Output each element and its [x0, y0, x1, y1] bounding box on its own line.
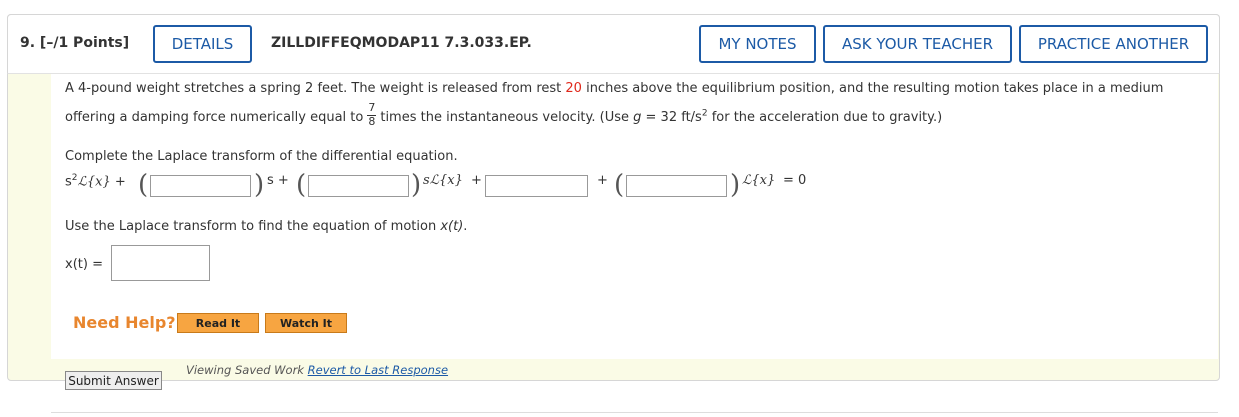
details-button[interactable]: DETAILS [153, 25, 252, 63]
left-paren: ( [296, 170, 307, 200]
read-it-button[interactable]: Read It [177, 313, 259, 333]
xt-variable: x(t) [440, 219, 464, 234]
submit-answer-button[interactable]: Submit Answer [65, 371, 162, 390]
fraction-denominator: 8 [368, 115, 376, 128]
part2-prompt: Use the Laplace transform to find the eq… [65, 219, 467, 234]
question-number: 9. [–/1 Points] [20, 35, 130, 51]
equation-s2-term: s2ℒ{x} + [65, 173, 126, 199]
saved-text: Viewing Saved Work [186, 363, 308, 377]
watch-it-button[interactable]: Watch It [265, 313, 347, 333]
xt-answer-box[interactable] [111, 245, 210, 281]
my-notes-button[interactable]: MY NOTES [699, 25, 816, 63]
xt-label: x(t) = [65, 257, 103, 272]
problem-text: for the acceleration due to gravity.) [707, 110, 943, 125]
problem-line-2: offering a damping force numerically equ… [65, 101, 943, 128]
laplace-x: ℒ{x} [77, 174, 111, 190]
divider [51, 412, 1218, 413]
problem-text: = 32 ft/s [641, 110, 702, 125]
left-paren: ( [614, 170, 625, 200]
right-paren: ) [730, 170, 741, 200]
answer-box-2[interactable] [308, 175, 409, 197]
watch-it-label: Watch It [280, 316, 332, 330]
prompt-text: . [463, 219, 468, 234]
equals-zero: = 0 [783, 173, 807, 188]
s-plus-term: s + [267, 173, 289, 188]
laplace-x-term: ℒ{x} [742, 173, 776, 188]
plus-sign: + [114, 174, 126, 190]
revert-link[interactable]: Revert to Last Response [308, 363, 448, 377]
right-paren: ) [411, 170, 422, 200]
answer-box-4[interactable] [626, 175, 727, 197]
plus-sign: + [471, 173, 482, 188]
part1-prompt: Complete the Laplace transform of the di… [65, 149, 458, 164]
problem-text: offering a damping force numerically equ… [65, 110, 364, 125]
s-variable: s [65, 174, 72, 190]
problem-text: inches above the equilibrium position, a… [581, 81, 1164, 96]
plus-sign: + [597, 173, 608, 188]
read-it-label: Read It [195, 316, 241, 330]
fraction-numerator: 7 [368, 101, 376, 114]
answer-box-3[interactable] [485, 175, 588, 197]
prompt-text: Use the Laplace transform to find the eq… [65, 219, 441, 234]
problem-code: ZILLDIFFEQMODAP11 7.3.033.EP. [271, 35, 532, 51]
damping-fraction: 78 [366, 101, 377, 128]
practice-another-button[interactable]: PRACTICE ANOTHER [1019, 25, 1208, 63]
problem-text: A 4-pound weight stretches a spring 2 fe… [65, 81, 566, 96]
saved-work-note: Viewing Saved Work Revert to Last Respon… [186, 363, 448, 377]
s-laplace-term: sℒ{x} [423, 173, 463, 188]
need-help-label: Need Help? [73, 313, 176, 332]
problem-line-1: A 4-pound weight stretches a spring 2 fe… [65, 81, 1163, 96]
height-value: 20 [565, 81, 582, 96]
ask-teacher-button[interactable]: ASK YOUR TEACHER [823, 25, 1012, 63]
answer-box-1[interactable] [150, 175, 251, 197]
left-paren: ( [138, 170, 149, 200]
right-paren: ) [254, 170, 265, 200]
problem-text: times the instantaneous velocity. (Use [380, 110, 634, 125]
